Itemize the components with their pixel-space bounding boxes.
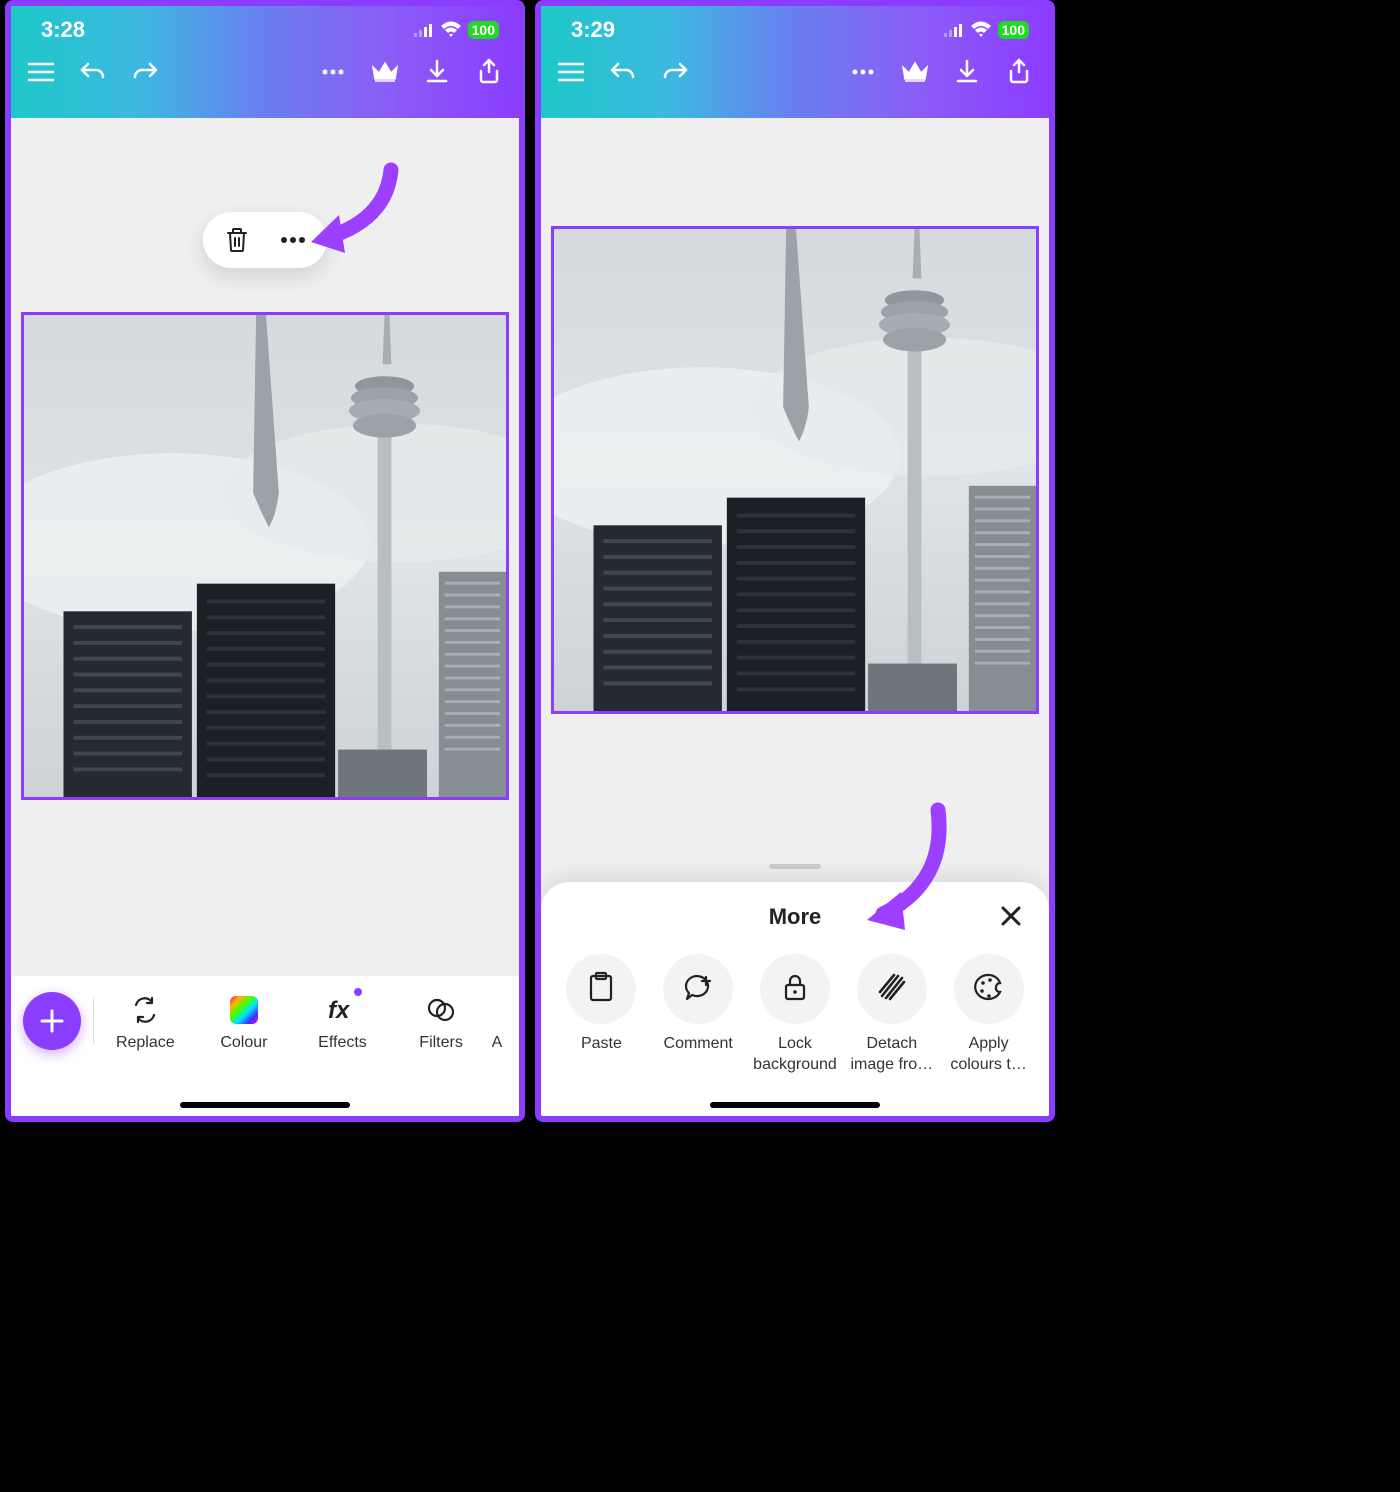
toolbar-overflow[interactable]: A xyxy=(492,988,512,1052)
wifi-icon xyxy=(440,17,462,43)
annotation-arrow xyxy=(291,160,401,260)
undo-icon[interactable] xyxy=(79,58,107,86)
topbar: 3:28 100 xyxy=(11,6,519,118)
share-icon[interactable] xyxy=(475,58,503,86)
canvas-area[interactable]: Replace Colour fx Effects Filters xyxy=(11,118,519,1116)
toolbar-replace[interactable]: Replace xyxy=(97,988,193,1052)
filters-icon xyxy=(425,994,457,1026)
clipboard-icon xyxy=(587,971,615,1008)
toolbar-replace-label: Replace xyxy=(116,1034,175,1052)
panel-paste[interactable]: Paste xyxy=(555,954,648,1076)
close-icon[interactable] xyxy=(995,900,1027,932)
home-indicator[interactable] xyxy=(710,1102,880,1108)
toolbar-colour[interactable]: Colour xyxy=(196,988,292,1052)
effects-icon: fx xyxy=(326,994,358,1026)
panel-detach-label: Detach image fro… xyxy=(845,1034,938,1076)
divider xyxy=(93,998,94,1044)
more-panel: More Paste Comment Lock background xyxy=(541,882,1049,1116)
app-toolbar xyxy=(541,46,1049,86)
redo-icon[interactable] xyxy=(661,58,689,86)
battery-indicator: 100 xyxy=(468,21,499,39)
bottom-toolbar: Replace Colour fx Effects Filters xyxy=(11,976,519,1116)
add-button[interactable] xyxy=(23,992,81,1050)
selected-image[interactable] xyxy=(21,312,509,800)
topbar: 3:29 100 xyxy=(541,6,1049,118)
status-bar: 3:28 100 xyxy=(11,6,519,46)
panel-handle[interactable] xyxy=(769,864,821,869)
effect-indicator-dot xyxy=(354,988,362,996)
download-icon[interactable] xyxy=(953,58,981,86)
comment-icon xyxy=(682,972,714,1007)
wifi-icon xyxy=(970,17,992,43)
canvas-area[interactable]: More Paste Comment Lock background xyxy=(541,118,1049,1116)
toolbar-overflow-label: A xyxy=(492,1034,503,1052)
status-right: 100 xyxy=(414,17,499,43)
status-right: 100 xyxy=(944,17,1029,43)
toolbar-effects[interactable]: fx Effects xyxy=(294,988,390,1052)
more-horizontal-icon[interactable] xyxy=(849,58,877,86)
toolbar-colour-label: Colour xyxy=(220,1034,267,1052)
crown-icon[interactable] xyxy=(371,58,399,86)
panel-comment[interactable]: Comment xyxy=(652,954,745,1076)
menu-icon[interactable] xyxy=(557,58,585,86)
replace-icon xyxy=(129,994,161,1026)
annotation-arrow xyxy=(843,802,953,937)
panel-apply-label: Apply colours t… xyxy=(942,1034,1035,1076)
status-time: 3:28 xyxy=(41,17,85,43)
trash-icon[interactable] xyxy=(223,226,251,254)
selected-image[interactable] xyxy=(551,226,1039,714)
undo-icon[interactable] xyxy=(609,58,637,86)
crown-icon[interactable] xyxy=(901,58,929,86)
status-time: 3:29 xyxy=(571,17,615,43)
phone-left: 3:28 100 xyxy=(5,0,525,1122)
panel-apply-colours[interactable]: Apply colours t… xyxy=(942,954,1035,1076)
menu-icon[interactable] xyxy=(27,58,55,86)
panel-title: More xyxy=(769,904,822,930)
toolbar-filters[interactable]: Filters xyxy=(393,988,489,1052)
panel-lock-label: Lock background xyxy=(749,1034,842,1076)
svg-text:fx: fx xyxy=(328,997,351,1024)
colour-icon xyxy=(228,994,260,1026)
signal-icon xyxy=(944,17,964,43)
more-horizontal-icon[interactable] xyxy=(319,58,347,86)
panel-detach-image[interactable]: Detach image fro… xyxy=(845,954,938,1076)
panel-lock-background[interactable]: Lock background xyxy=(749,954,842,1076)
status-bar: 3:29 100 xyxy=(541,6,1049,46)
palette-icon xyxy=(973,972,1005,1007)
signal-icon xyxy=(414,17,434,43)
detach-icon xyxy=(877,972,907,1007)
app-toolbar xyxy=(11,46,519,86)
share-icon[interactable] xyxy=(1005,58,1033,86)
panel-comment-label: Comment xyxy=(664,1034,733,1055)
battery-indicator: 100 xyxy=(998,21,1029,39)
panel-paste-label: Paste xyxy=(581,1034,622,1055)
download-icon[interactable] xyxy=(423,58,451,86)
home-indicator[interactable] xyxy=(180,1102,350,1108)
redo-icon[interactable] xyxy=(131,58,159,86)
adjust-icon xyxy=(492,994,512,1026)
phone-right: 3:29 100 xyxy=(535,0,1055,1122)
lock-icon xyxy=(782,972,808,1007)
toolbar-filters-label: Filters xyxy=(419,1034,463,1052)
toolbar-effects-label: Effects xyxy=(318,1034,367,1052)
